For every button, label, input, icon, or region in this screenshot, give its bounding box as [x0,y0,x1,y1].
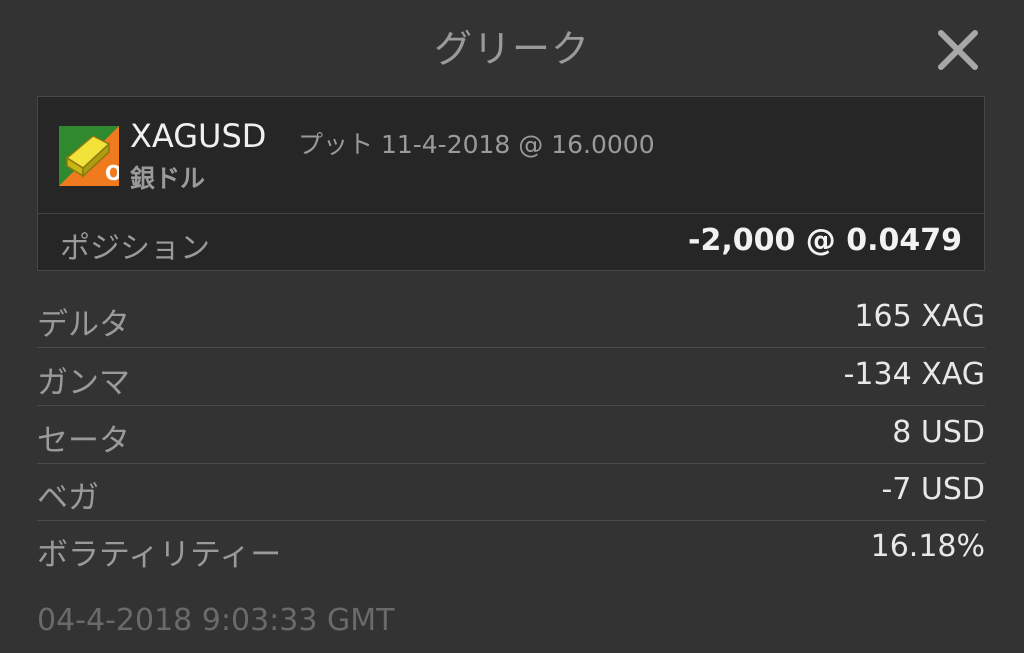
greek-label: デルタ [37,307,130,343]
greek-row-delta: デルタ 165 XAG [37,291,985,348]
greek-row-gamma: ガンマ -134 XAG [37,349,985,406]
greek-label: ガンマ [37,365,130,401]
greek-value: -134 XAG [843,357,985,392]
instrument-symbol: XAGUSD [130,117,267,155]
card-divider [38,213,984,214]
greek-value: 165 XAG [854,299,985,334]
silver-bar-icon: O [59,126,122,186]
greek-row-volatility: ボラティリティー 16.18% [37,521,985,578]
instrument-card: O XAGUSD プット 11-4-2018 @ 16.0000 銀ドル ポジシ… [37,96,985,271]
greek-label: セータ [37,423,130,459]
dialog-header: グリーク [0,0,1024,92]
greek-value: -7 USD [881,472,985,507]
close-icon[interactable] [934,26,982,74]
svg-text:O: O [105,161,119,185]
dialog-title: グリーク [433,27,590,71]
greek-row-theta: セータ 8 USD [37,407,985,464]
instrument-name: 銀ドル [130,164,206,193]
timestamp: 04-4-2018 9:03:33 GMT [37,603,395,638]
option-detail: プット 11-4-2018 @ 16.0000 [298,130,655,159]
greek-value: 16.18% [870,529,985,564]
greek-label: ボラティリティー [37,537,282,573]
greek-row-vega: ベガ -7 USD [37,464,985,521]
greek-label: ベガ [37,480,99,516]
position-label: ポジション [60,231,210,266]
greek-value: 8 USD [892,415,985,450]
position-value: -2,000 @ 0.0479 [688,223,962,258]
